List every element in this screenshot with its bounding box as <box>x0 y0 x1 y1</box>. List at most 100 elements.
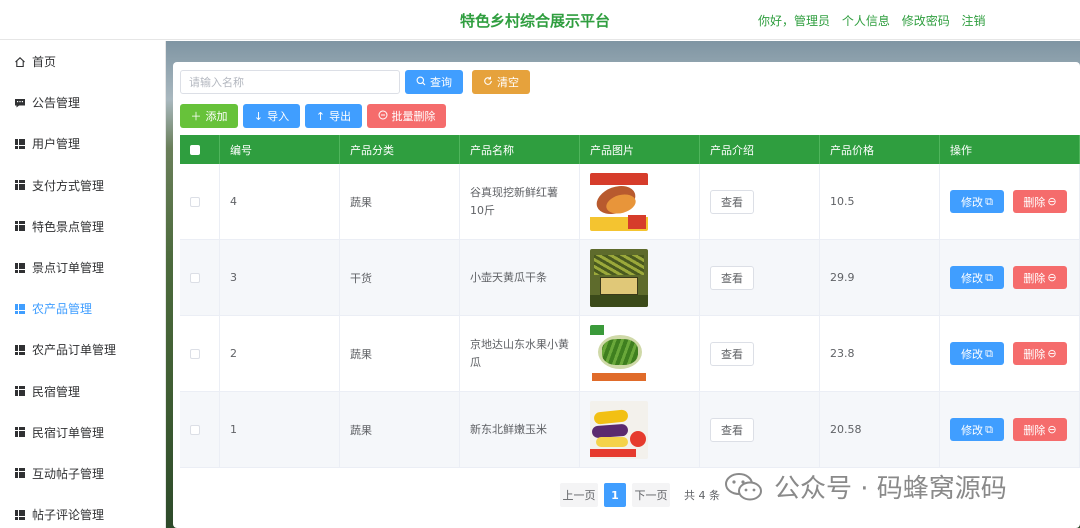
sidebar-item-posts[interactable]: 互动帖子管理 <box>0 453 165 494</box>
edit-button[interactable]: 修改 ⧉ <box>950 266 1004 289</box>
clear-button[interactable]: 清空 <box>472 70 530 94</box>
cell-image <box>580 240 700 315</box>
sidebar-item-users[interactable]: 用户管理 <box>0 123 165 164</box>
grid-icon <box>14 509 26 521</box>
batch-delete-label: 批量删除 <box>391 110 436 123</box>
sidebar-item-announcements[interactable]: 公告管理 <box>0 82 165 123</box>
row-checkbox[interactable] <box>190 272 200 283</box>
product-image-corn[interactable] <box>590 400 648 459</box>
minus-circle-icon: ⊖ <box>1047 423 1057 436</box>
cell-id: 3 <box>220 240 340 315</box>
total-count: 共 4 条 <box>684 489 720 502</box>
cell-image <box>580 164 700 239</box>
row-checkbox[interactable] <box>190 196 200 207</box>
wechat-icon <box>724 472 764 502</box>
sidebar-item-label: 帖子评论管理 <box>32 508 105 523</box>
sidebar-item-attractions[interactable]: 特色景点管理 <box>0 206 165 247</box>
product-image-dried-cucumber[interactable] <box>590 248 648 307</box>
cell-image <box>580 392 700 467</box>
sidebar-item-label: 用户管理 <box>32 137 81 152</box>
edit-icon: ⧉ <box>985 346 993 360</box>
col-header-category: 产品分类 <box>340 135 460 164</box>
prev-page-button[interactable]: 上一页 <box>560 483 598 507</box>
table-row: 2 蔬果 京地达山东水果小黄瓜 查看 23.8 修改 ⧉ 删除 ⊖ <box>180 316 1080 392</box>
col-header-price: 产品价格 <box>820 135 940 164</box>
page-number-button[interactable]: 1 <box>604 483 626 507</box>
query-button[interactable]: 查询 <box>405 70 463 94</box>
export-button[interactable]: ↑ 导出 <box>305 104 362 128</box>
cell-actions: 修改 ⧉ 删除 ⊖ <box>940 240 1080 315</box>
col-header-id: 编号 <box>220 135 340 164</box>
edit-label: 修改 <box>961 195 984 209</box>
cell-category: 蔬果 <box>340 392 460 467</box>
edit-button[interactable]: 修改 ⧉ <box>950 342 1004 365</box>
cell-price: 20.58 <box>820 392 940 467</box>
sidebar-item-comments[interactable]: 帖子评论管理 <box>0 494 165 528</box>
delete-button[interactable]: 删除 ⊖ <box>1013 266 1067 289</box>
sidebar-item-homestay-orders[interactable]: 民宿订单管理 <box>0 412 165 453</box>
profile-link[interactable]: 个人信息 <box>842 14 890 28</box>
user-menu: 你好，管理员 个人信息 修改密码 注销 <box>758 12 994 29</box>
select-all-checkbox[interactable] <box>190 144 200 155</box>
sidebar-item-label: 公告管理 <box>32 96 81 111</box>
next-page-button[interactable]: 下一页 <box>632 483 670 507</box>
sidebar-item-label: 首页 <box>32 55 57 70</box>
watermark: 公众号 · 码蜂窝源码 <box>724 468 1007 505</box>
view-description-button[interactable]: 查看 <box>710 265 754 290</box>
sidebar-item-payment-methods[interactable]: 支付方式管理 <box>0 165 165 206</box>
view-description-button[interactable]: 查看 <box>710 189 754 214</box>
cell-name: 谷真现挖新鲜红薯10斤 <box>460 164 580 239</box>
sidebar-item-label: 农产品管理 <box>32 302 93 317</box>
edit-label: 修改 <box>961 423 984 437</box>
product-image-cucumber[interactable] <box>590 324 648 383</box>
view-description-button[interactable]: 查看 <box>710 417 754 442</box>
search-input[interactable] <box>180 70 400 94</box>
row-select-cell <box>180 240 220 315</box>
table-row: 3 干货 小壶天黄瓜干条 查看 29.9 修改 ⧉ 删除 ⊖ <box>180 240 1080 316</box>
add-button[interactable]: ＋ 添加 <box>180 104 238 128</box>
product-image-sweet-potato[interactable] <box>590 172 648 231</box>
cell-actions: 修改 ⧉ 删除 ⊖ <box>940 392 1080 467</box>
cell-description: 查看 <box>700 392 820 467</box>
view-description-button[interactable]: 查看 <box>710 341 754 366</box>
import-label: 导入 <box>267 110 290 123</box>
delete-button[interactable]: 删除 ⊖ <box>1013 190 1067 213</box>
arrow-up-icon: ↑ <box>315 109 326 123</box>
row-checkbox[interactable] <box>190 424 200 435</box>
top-header: 特色乡村综合展示平台 你好，管理员 个人信息 修改密码 注销 <box>0 0 1080 40</box>
minus-circle-icon: ⊖ <box>1047 195 1057 208</box>
col-header-actions: 操作 <box>940 135 1080 164</box>
sidebar-item-agri-products[interactable]: 农产品管理 <box>0 288 165 329</box>
site-title: 特色乡村综合展示平台 <box>460 12 611 30</box>
edit-button[interactable]: 修改 ⧉ <box>950 190 1004 213</box>
delete-label: 删除 <box>1023 271 1046 285</box>
sidebar-item-label: 互动帖子管理 <box>32 466 105 481</box>
delete-button[interactable]: 删除 ⊖ <box>1013 342 1067 365</box>
import-button[interactable]: ↓ 导入 <box>243 104 300 128</box>
grid-icon <box>14 220 26 232</box>
sidebar-item-label: 支付方式管理 <box>32 178 105 193</box>
cell-description: 查看 <box>700 164 820 239</box>
batch-delete-button[interactable]: 批量删除 <box>367 104 446 128</box>
sidebar-item-homestays[interactable]: 民宿管理 <box>0 371 165 412</box>
sidebar-item-attraction-orders[interactable]: 景点订单管理 <box>0 247 165 288</box>
message-icon <box>14 97 26 109</box>
sidebar-item-home[interactable]: 首页 <box>0 41 165 82</box>
arrow-down-icon: ↓ <box>253 109 264 123</box>
change-password-link[interactable]: 修改密码 <box>902 14 950 28</box>
grid-icon <box>14 426 26 438</box>
sidebar: 首页 公告管理 用户管理 支付方式管理 特色景点管理 景点订单管理 农产品管理 … <box>0 41 166 528</box>
cell-description: 查看 <box>700 240 820 315</box>
delete-label: 删除 <box>1023 423 1046 437</box>
cell-actions: 修改 ⧉ 删除 ⊖ <box>940 164 1080 239</box>
logout-link[interactable]: 注销 <box>962 14 986 28</box>
sidebar-item-agri-orders[interactable]: 农产品订单管理 <box>0 329 165 370</box>
table-row: 4 蔬果 谷真现挖新鲜红薯10斤 查看 10.5 修改 ⧉ 删除 ⊖ <box>180 164 1080 240</box>
row-select-cell <box>180 316 220 391</box>
cell-category: 蔬果 <box>340 164 460 239</box>
edit-button[interactable]: 修改 ⧉ <box>950 418 1004 441</box>
delete-button[interactable]: 删除 ⊖ <box>1013 418 1067 441</box>
sidebar-item-label: 农产品订单管理 <box>32 343 117 358</box>
row-select-cell <box>180 392 220 467</box>
row-checkbox[interactable] <box>190 348 200 359</box>
